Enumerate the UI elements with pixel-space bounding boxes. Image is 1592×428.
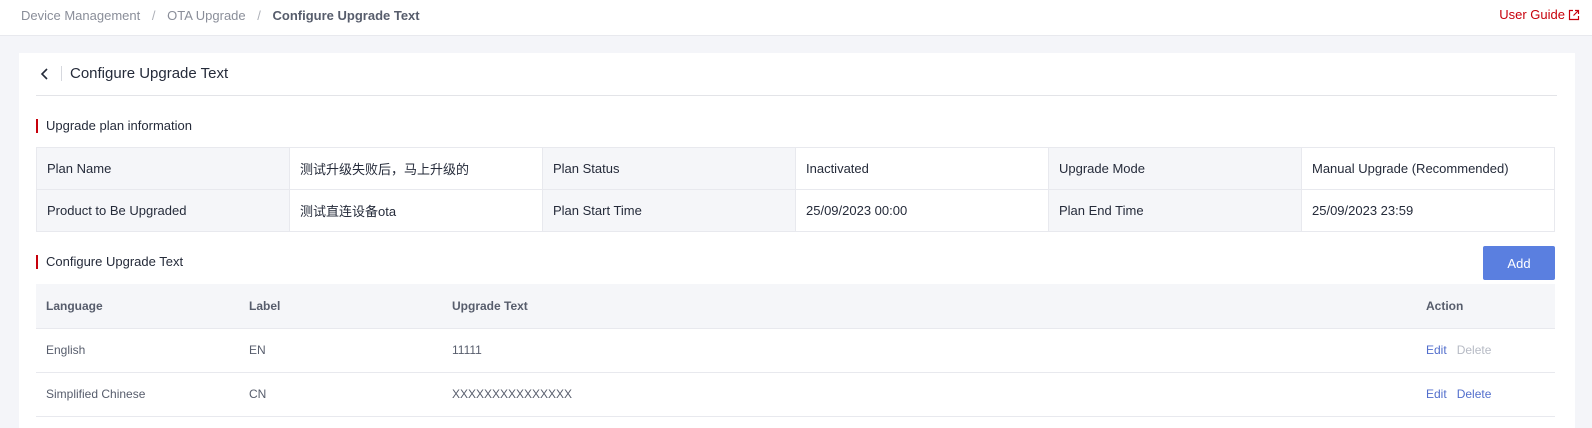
header-divider [61, 66, 62, 81]
table-header-row: Language Label Upgrade Text Action [36, 284, 1555, 329]
breadcrumb-current: Configure Upgrade Text [272, 8, 420, 23]
plan-info-row: Product to Be Upgraded 测试直连设备ota Plan St… [36, 189, 1555, 232]
header-separator [36, 95, 1557, 96]
breadcrumb-separator: / [151, 8, 156, 23]
chevron-left-icon[interactable] [38, 67, 52, 81]
user-guide-link[interactable]: User Guide [1499, 7, 1580, 22]
cell-actions: Edit Delete [1416, 328, 1555, 373]
page-header: Configure Upgrade Text [19, 53, 1575, 96]
upgrade-mode-key: Upgrade Mode [1048, 147, 1302, 190]
upgrade-mode-value: Manual Upgrade (Recommended) [1301, 147, 1555, 190]
plan-info-table: Plan Name 测试升级失败后，马上升级的 Plan Status Inac… [36, 147, 1555, 232]
breadcrumb: Device Management / OTA Upgrade / Config… [21, 8, 420, 23]
delete-link-disabled: Delete [1456, 343, 1492, 357]
plan-section-title: Upgrade plan information [36, 119, 192, 133]
page-title: Configure Upgrade Text [70, 65, 229, 82]
main-card: Configure Upgrade Text Upgrade plan info… [19, 53, 1575, 428]
table-row: English EN 11111 Edit Delete [36, 328, 1555, 373]
edit-link[interactable]: Edit [1426, 387, 1447, 401]
end-time-value: 25/09/2023 23:59 [1301, 189, 1555, 232]
end-time-key: Plan End Time [1048, 189, 1302, 232]
cell-language: Simplified Chinese [36, 372, 239, 417]
column-upgrade-text: Upgrade Text [442, 284, 1416, 329]
breadcrumb-separator: / [257, 8, 261, 23]
plan-status-key: Plan Status [542, 147, 796, 190]
delete-link[interactable]: Delete [1457, 387, 1492, 401]
cell-actions: Edit Delete [1416, 372, 1555, 417]
product-key: Product to Be Upgraded [36, 189, 290, 232]
text-section-title: Configure Upgrade Text [36, 255, 183, 269]
plan-name-key: Plan Name [36, 147, 290, 190]
cell-upgrade-text: 11111 [442, 328, 1416, 373]
user-guide-label: User Guide [1499, 7, 1565, 22]
product-value: 测试直连设备ota [289, 189, 543, 232]
start-time-value: 25/09/2023 00:00 [795, 189, 1049, 232]
plan-name-value: 测试升级失败后，马上升级的 [289, 147, 543, 190]
cell-language: English [36, 328, 239, 373]
cell-upgrade-text: XXXXXXXXXXXXXXX [442, 372, 1416, 417]
edit-link[interactable]: Edit [1426, 343, 1447, 357]
breadcrumb-device-management[interactable]: Device Management [21, 8, 140, 23]
cell-label: EN [239, 328, 442, 373]
table-row: Simplified Chinese CN XXXXXXXXXXXXXXX Ed… [36, 372, 1555, 417]
plan-info-row: Plan Name 测试升级失败后，马上升级的 Plan Status Inac… [36, 147, 1555, 190]
upgrade-text-table: Language Label Upgrade Text Action Engli… [36, 284, 1555, 417]
external-link-icon [1568, 9, 1580, 20]
breadcrumb-ota-upgrade[interactable]: OTA Upgrade [167, 8, 246, 23]
add-button[interactable]: Add [1483, 246, 1555, 280]
column-action: Action [1416, 284, 1555, 329]
cell-label: CN [239, 372, 442, 417]
column-label: Label [239, 284, 442, 329]
plan-status-value: Inactivated [795, 147, 1049, 190]
top-bar: Device Management / OTA Upgrade / Config… [0, 0, 1592, 36]
start-time-key: Plan Start Time [542, 189, 796, 232]
column-language: Language [36, 284, 239, 329]
